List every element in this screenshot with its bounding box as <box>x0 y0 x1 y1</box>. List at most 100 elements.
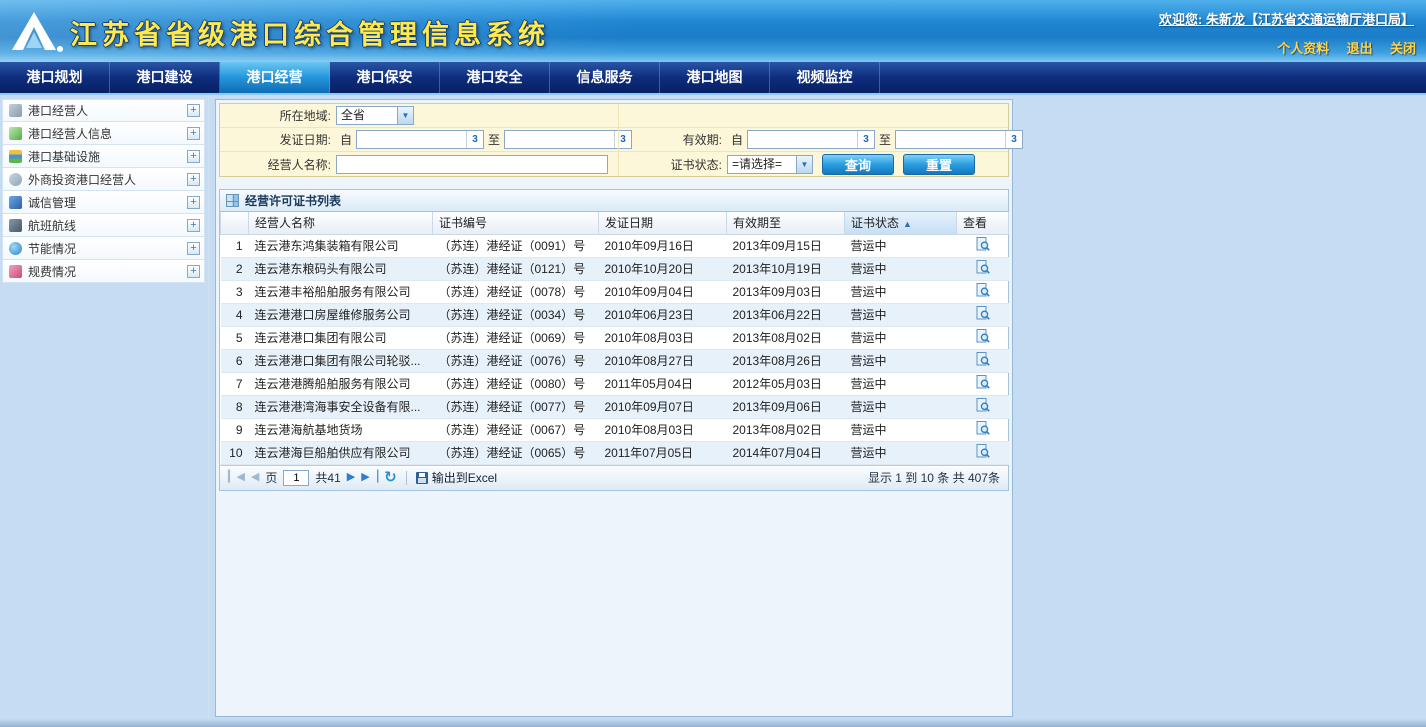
table-row[interactable]: 8 连云港港湾海事安全设备有限... （苏连）港经证（0077）号 2010年0… <box>221 395 1009 418</box>
issue-date-header[interactable]: 发证日期 <box>599 212 727 234</box>
prev-page-button[interactable] <box>251 472 259 483</box>
first-page-button[interactable] <box>228 472 245 483</box>
view-detail-icon[interactable] <box>976 444 990 458</box>
expand-plus-button[interactable]: + <box>187 173 200 186</box>
refresh-icon[interactable] <box>384 470 397 485</box>
operator-name-header[interactable]: 经营人名称 <box>249 212 433 234</box>
view-cell <box>957 418 1009 441</box>
issue-date-cell: 2010年10月20日 <box>599 257 727 280</box>
tab-info-service[interactable]: 信息服务 <box>550 62 660 93</box>
shipping-route-icon <box>9 219 22 232</box>
operator-name-cell: 连云港海航基地货场 <box>249 418 433 441</box>
next-page-button[interactable] <box>347 472 355 483</box>
calendar-icon[interactable] <box>466 131 483 148</box>
sidebar-item-infrastructure[interactable]: 港口基础设施 + <box>2 145 205 168</box>
sidebar-item-foreign-investor[interactable]: 外商投资港口经营人 + <box>2 168 205 191</box>
expand-plus-button[interactable]: + <box>187 242 200 255</box>
issue-date-cell: 2010年09月16日 <box>599 234 727 257</box>
expand-plus-button[interactable]: + <box>187 127 200 140</box>
tab-port-map[interactable]: 港口地图 <box>660 62 770 93</box>
view-header: 查看 <box>957 212 1009 234</box>
profile-link[interactable]: 个人资料 <box>1277 41 1329 56</box>
view-detail-icon[interactable] <box>976 375 990 389</box>
sidebar-item-credit[interactable]: 诚信管理 + <box>2 191 205 214</box>
table-row[interactable]: 3 连云港丰裕船舶服务有限公司 （苏连）港经证（0078）号 2010年09月0… <box>221 280 1009 303</box>
calendar-icon[interactable] <box>1005 131 1022 148</box>
valid-to-cell: 2013年08月26日 <box>727 349 845 372</box>
view-detail-icon[interactable] <box>976 260 990 274</box>
sidebar-item-label: 航班航线 <box>28 217 187 234</box>
app-header: 江苏省省级港口综合管理信息系统 欢迎您: 朱新龙【江苏省交通运输厅港口局】 个人… <box>0 0 1426 62</box>
validity-from-field <box>747 130 875 149</box>
expand-plus-button[interactable]: + <box>187 265 200 278</box>
logout-link[interactable]: 退出 <box>1347 41 1373 56</box>
expand-plus-button[interactable]: + <box>187 219 200 232</box>
cert-no-cell: （苏连）港经证（0121）号 <box>433 257 599 280</box>
view-detail-icon[interactable] <box>976 237 990 251</box>
cert-status-cell: 营运中 <box>845 418 957 441</box>
table-row[interactable]: 9 连云港海航基地货场 （苏连）港经证（0067）号 2010年08月03日 2… <box>221 418 1009 441</box>
sidebar-item-energy[interactable]: 节能情况 + <box>2 237 205 260</box>
tab-port-safety[interactable]: 港口安全 <box>440 62 550 93</box>
table-row[interactable]: 2 连云港东粮码头有限公司 （苏连）港经证（0121）号 2010年10月20日… <box>221 257 1009 280</box>
cert-status-select[interactable]: =请选择= <box>727 155 813 174</box>
sidebar-item-operator-info[interactable]: 港口经营人信息 + <box>2 122 205 145</box>
search-filter-panel: 所在地域: 全省 发证日期: 自 <box>219 103 1009 177</box>
tab-port-operation[interactable]: 港口经营 <box>220 62 330 93</box>
export-excel-button[interactable]: 输出到Excel <box>416 469 497 486</box>
region-select[interactable]: 全省 <box>336 106 414 125</box>
cert-no-cell: （苏连）港经证（0076）号 <box>433 349 599 372</box>
expand-plus-button[interactable]: + <box>187 196 200 209</box>
cert-no-cell: （苏连）港经证（0034）号 <box>433 303 599 326</box>
tab-port-construction[interactable]: 港口建设 <box>110 62 220 93</box>
table-row[interactable]: 4 连云港港口房屋维修服务公司 （苏连）港经证（0034）号 2010年06月2… <box>221 303 1009 326</box>
row-number: 4 <box>221 303 249 326</box>
sidebar-divider <box>208 95 209 725</box>
main-nav: 港口规划 港口建设 港口经营 港口保安 港口安全 信息服务 港口地图 视频监控 <box>0 62 1426 95</box>
view-cell <box>957 234 1009 257</box>
table-row[interactable]: 1 连云港东鸿集装箱有限公司 （苏连）港经证（0091）号 2010年09月16… <box>221 234 1009 257</box>
view-detail-icon[interactable] <box>976 329 990 343</box>
sidebar-item-port-operator[interactable]: 港口经营人 + <box>2 99 205 122</box>
expand-plus-button[interactable]: + <box>187 104 200 117</box>
cert-no-header[interactable]: 证书编号 <box>433 212 599 234</box>
validity-to-input[interactable] <box>896 131 1005 148</box>
search-button[interactable]: 查询 <box>822 154 894 175</box>
table-row[interactable]: 7 连云港港腾船舶服务有限公司 （苏连）港经证（0080）号 2011年05月0… <box>221 372 1009 395</box>
reset-button[interactable]: 重置 <box>903 154 975 175</box>
cert-status-header[interactable]: 证书状态▲ <box>845 212 957 234</box>
sidebar-item-label: 港口经营人信息 <box>28 125 187 142</box>
expand-plus-button[interactable]: + <box>187 150 200 163</box>
view-detail-icon[interactable] <box>976 283 990 297</box>
calendar-icon[interactable] <box>857 131 874 148</box>
view-detail-icon[interactable] <box>976 421 990 435</box>
sidebar-item-routes[interactable]: 航班航线 + <box>2 214 205 237</box>
view-detail-icon[interactable] <box>976 398 990 412</box>
view-detail-icon[interactable] <box>976 306 990 320</box>
cert-no-cell: （苏连）港经证（0069）号 <box>433 326 599 349</box>
tab-port-planning[interactable]: 港口规划 <box>0 62 110 93</box>
row-number: 8 <box>221 395 249 418</box>
table-row[interactable]: 5 连云港港口集团有限公司 （苏连）港经证（0069）号 2010年08月03日… <box>221 326 1009 349</box>
chevron-down-icon <box>796 156 812 173</box>
sidebar-item-label: 诚信管理 <box>28 194 187 211</box>
view-detail-icon[interactable] <box>976 352 990 366</box>
tab-port-security[interactable]: 港口保安 <box>330 62 440 93</box>
cert-no-cell: （苏连）港经证（0067）号 <box>433 418 599 441</box>
region-label: 所在地域: <box>220 107 336 124</box>
page-input[interactable] <box>283 470 309 486</box>
last-page-button[interactable] <box>361 472 378 483</box>
operator-name-input[interactable] <box>336 155 608 174</box>
issue-date-to-input[interactable] <box>505 131 614 148</box>
pager-separator <box>406 471 407 485</box>
pager-summary: 显示 1 到 10 条 共 407条 <box>868 469 1000 486</box>
tab-video-monitor[interactable]: 视频监控 <box>770 62 880 93</box>
table-row[interactable]: 6 连云港港口集团有限公司轮驳... （苏连）港经证（0076）号 2010年0… <box>221 349 1009 372</box>
close-link[interactable]: 关闭 <box>1390 41 1416 56</box>
foreign-investor-icon <box>9 173 22 186</box>
table-row[interactable]: 10 连云港海巨船舶供应有限公司 （苏连）港经证（0065）号 2011年07月… <box>221 441 1009 464</box>
valid-to-header[interactable]: 有效期至 <box>727 212 845 234</box>
sidebar-item-fees[interactable]: 规费情况 + <box>2 260 205 283</box>
issue-date-from-input[interactable] <box>357 131 466 148</box>
validity-from-input[interactable] <box>748 131 857 148</box>
